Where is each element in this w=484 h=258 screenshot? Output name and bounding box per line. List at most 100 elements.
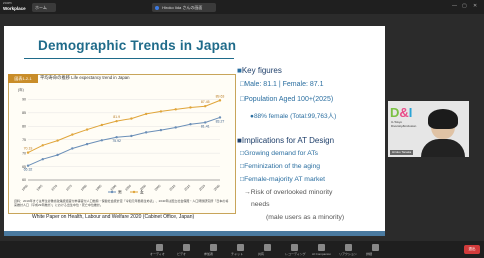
data-point bbox=[130, 117, 133, 120]
data-point bbox=[204, 121, 207, 124]
toolbar-share-label: 共有 bbox=[258, 252, 265, 256]
legend-label: 女 bbox=[140, 189, 144, 194]
toolbar-audio-icon[interactable] bbox=[156, 244, 163, 251]
di-logo-amp: & bbox=[399, 105, 409, 120]
slide-footer-bar bbox=[4, 231, 385, 236]
toolbar-chat-icon[interactable] bbox=[237, 244, 244, 251]
arrow-right-icon: → bbox=[244, 189, 251, 196]
x-tick-label: 1980 bbox=[80, 184, 88, 192]
implications-title: ■Implications for AT Design bbox=[237, 136, 334, 145]
toolbar-record-label: レコーディング bbox=[285, 252, 306, 256]
toolbar-ai-companion-label: AI Companion bbox=[312, 252, 332, 256]
x-tick-label: 2019 bbox=[198, 184, 206, 192]
y-tick-label: 80 bbox=[22, 124, 26, 128]
key-figure-centenarians: □Population Aged 100+(2025) bbox=[240, 96, 333, 103]
key-figure-line2-text: Population Aged 100+(2025) bbox=[244, 96, 334, 103]
shared-slide: Demographic Trends in Japan 図表1-2-1 平均寿命… bbox=[4, 26, 385, 236]
maximize-icon[interactable]: ▢ bbox=[462, 3, 467, 9]
toolbar-share-icon[interactable] bbox=[264, 244, 271, 251]
toolbar-more-label: 詳細 bbox=[366, 252, 373, 256]
data-point bbox=[204, 105, 207, 108]
data-point bbox=[56, 153, 59, 157]
x-tick-label: 1985 bbox=[95, 184, 103, 192]
close-icon[interactable]: ✕ bbox=[473, 3, 477, 9]
data-point bbox=[100, 123, 104, 127]
x-tick-label: 2015 bbox=[183, 184, 191, 192]
implication-item-text: Growing demand for ATs bbox=[244, 150, 319, 157]
risk-line-2: needs bbox=[251, 201, 270, 208]
data-point bbox=[26, 164, 30, 167]
data-label: 81.9 bbox=[113, 115, 120, 119]
di-logo-sub-2: Diversity&Inclusion bbox=[391, 123, 417, 128]
implication-item: □Female-majority AT market bbox=[240, 176, 325, 183]
di-logo: D&I bbox=[390, 105, 412, 120]
minimize-icon[interactable]: — bbox=[452, 3, 457, 9]
data-point bbox=[159, 128, 163, 132]
y-tick-label: 90 bbox=[22, 98, 26, 102]
toolbar-video-icon[interactable] bbox=[183, 244, 190, 251]
data-point bbox=[115, 119, 118, 123]
key-figures-title: ■Key figures bbox=[237, 66, 282, 75]
screen-share-icon bbox=[155, 5, 159, 10]
toolbar-reactions-label: リアクション bbox=[339, 252, 357, 256]
legend-label: 男 bbox=[118, 189, 122, 194]
chart-heading: 平均寿命の推移 Life expectancy trend in Japan bbox=[40, 75, 130, 80]
toolbar-record-icon[interactable] bbox=[291, 244, 298, 251]
x-tick-label: 2005 bbox=[154, 184, 162, 192]
data-label: 87.45 bbox=[201, 100, 210, 104]
data-point bbox=[71, 147, 74, 150]
participant-name: Hiroko Tanaka bbox=[390, 150, 414, 155]
data-label: 83.27 bbox=[216, 119, 225, 123]
data-label: 81.41 bbox=[201, 124, 210, 128]
participant-video-tile[interactable]: D&I U-Tokyo Diversity&Inclusion Hiroko Ta… bbox=[388, 101, 469, 157]
chart-caption: White Paper on Health, Labour and Welfar… bbox=[32, 214, 195, 220]
y-tick-label: 60 bbox=[22, 178, 26, 182]
tab-screen-share-label: Hiroko Iida さんの画面 bbox=[162, 5, 203, 10]
data-label: 65.32 bbox=[24, 168, 33, 172]
data-point bbox=[130, 134, 133, 138]
key-figure-line3-text: 88% female (Total:99,763人) bbox=[253, 113, 337, 120]
data-point bbox=[71, 133, 74, 136]
toolbar-video-label: ビデオ bbox=[177, 252, 187, 256]
app-brand: zoom Workplace bbox=[3, 1, 26, 11]
legend-marker bbox=[110, 190, 114, 194]
x-tick-label: 1995 bbox=[124, 184, 132, 192]
risk-line-1-text: Risk of overlooked minority bbox=[250, 189, 333, 196]
data-point bbox=[41, 157, 44, 161]
data-point bbox=[26, 151, 30, 154]
data-point bbox=[144, 112, 148, 116]
data-point bbox=[159, 110, 163, 113]
toolbar-ai-companion-icon[interactable] bbox=[318, 244, 325, 251]
toolbar-audio-label: オーディオ bbox=[150, 252, 165, 256]
tab-screen-share[interactable]: Hiroko Iida さんの画面 bbox=[152, 3, 216, 12]
top-bar: zoom Workplace ホーム Hiroko Iida さんの画面 — ▢… bbox=[0, 0, 484, 14]
chart-note: 資料：2019年までは厚生労働省政策統括官付参事官付人口動態・保健社会統計室「令… bbox=[14, 199, 229, 207]
toolbar-reactions-icon[interactable] bbox=[345, 244, 352, 251]
tab-home[interactable]: ホーム bbox=[32, 3, 56, 12]
x-tick-label: 1990 bbox=[109, 184, 117, 192]
data-point bbox=[189, 106, 192, 109]
toolbar-more-icon[interactable] bbox=[372, 244, 379, 251]
toolbar-participants-label: 参加者 bbox=[204, 252, 214, 256]
risk-line-1: →Risk of overlooked minority bbox=[244, 189, 332, 196]
di-logo-subtitle: U-Tokyo Diversity&Inclusion bbox=[391, 120, 417, 128]
y-tick-label: 85 bbox=[22, 111, 26, 115]
x-tick-label: 2010 bbox=[169, 184, 177, 192]
life-expectancy-chart: 60657075808590(年)1960 1965 1970 1975 1980 198… bbox=[18, 87, 225, 194]
y-tick-label: 70 bbox=[22, 151, 26, 155]
toolbar-participants-icon[interactable] bbox=[210, 244, 217, 251]
data-point bbox=[189, 123, 192, 126]
data-point bbox=[100, 139, 104, 142]
data-point bbox=[85, 142, 89, 146]
data-point bbox=[218, 99, 222, 102]
x-tick-label: 1970 bbox=[50, 184, 58, 192]
implication-item-text: Feminization of the aging bbox=[244, 163, 321, 170]
y-tick-label: 75 bbox=[22, 138, 26, 142]
implication-item: □Feminization of the aging bbox=[240, 163, 320, 170]
implication-item-text: Female-majority AT market bbox=[244, 176, 326, 183]
implication-item: □Growing demand for ATs bbox=[240, 150, 318, 157]
data-label: 89.63 bbox=[216, 94, 225, 98]
participant-hair bbox=[428, 109, 458, 129]
leave-button[interactable]: 退出 bbox=[464, 245, 480, 254]
x-tick-label: 1975 bbox=[65, 184, 73, 192]
